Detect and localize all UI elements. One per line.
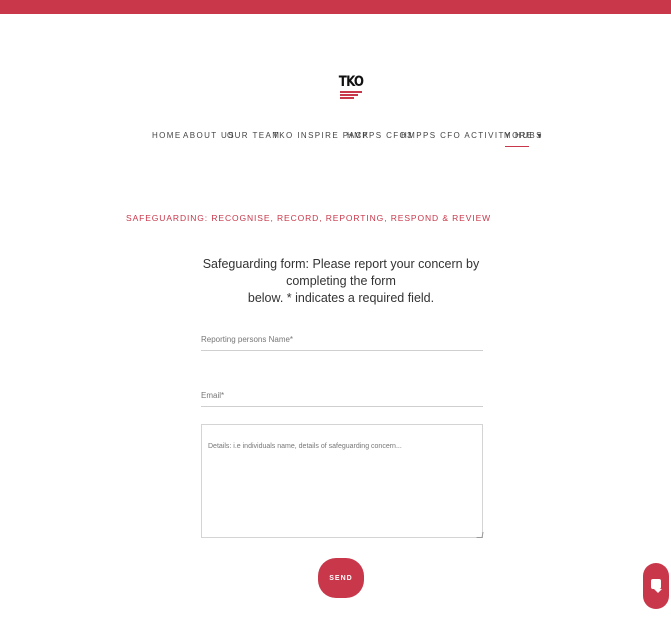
nav-item-more[interactable]: MORE ▾ [504, 126, 543, 146]
site-logo[interactable]: TKO [336, 74, 366, 108]
resize-handle[interactable] [476, 532, 484, 538]
nav-active-underline [505, 146, 529, 147]
logo-text: TKO [338, 74, 364, 90]
top-accent-bar [0, 0, 671, 14]
email-input[interactable] [201, 384, 483, 407]
chat-icon [651, 579, 662, 593]
details-textarea[interactable] [201, 424, 483, 538]
main-nav: HOME ABOUT US OUR TEAM TKO INSPIRE PACK … [0, 126, 671, 146]
form-title: Safeguarding form: Please report your co… [200, 256, 482, 307]
chat-button[interactable] [643, 563, 669, 609]
reporting-person-name-input[interactable] [201, 328, 483, 351]
send-button[interactable]: SEND [318, 558, 364, 598]
nav-item-home[interactable]: HOME [152, 126, 182, 146]
form-title-line-2: below. * indicates a required field. [247, 291, 435, 305]
section-heading: SAFEGUARDING: RECOGNISE, RECORD, REPORTI… [126, 213, 492, 223]
logo-tagline-graphic [340, 91, 362, 99]
form-title-line-1: Safeguarding form: Please report your co… [202, 257, 480, 288]
